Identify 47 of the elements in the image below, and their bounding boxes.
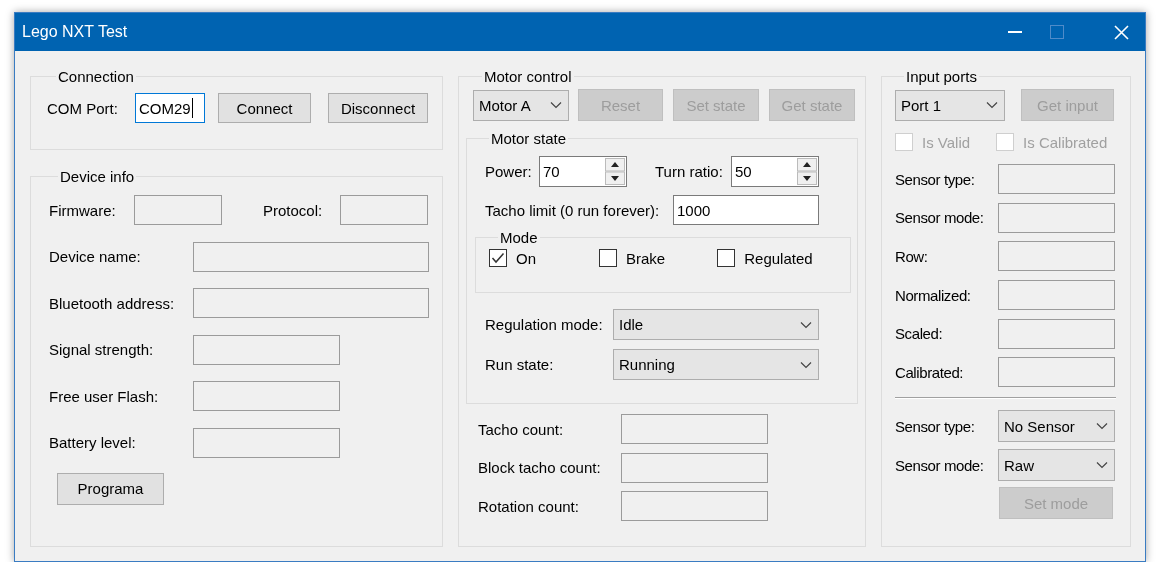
window-title: Lego NXT Test	[22, 23, 129, 41]
field-label: Sensor mode:	[895, 209, 985, 227]
field-label: Normalized:	[895, 286, 972, 304]
number-field[interactable]: 50	[731, 156, 819, 187]
field-label: Firmware:	[49, 201, 117, 219]
button[interactable]: Disconnect	[328, 93, 428, 123]
field-label: COM Port:	[47, 99, 119, 117]
field-label: Sensor type:	[895, 170, 976, 188]
checkbox[interactable]: Regulated	[717, 249, 813, 267]
dropdown[interactable]: No Sensor	[998, 410, 1115, 443]
input-field[interactable]: 1000	[673, 195, 819, 225]
field-label: Protocol:	[263, 201, 324, 219]
group-title: Connection	[58, 68, 134, 85]
group-title: Mode	[500, 229, 538, 246]
field-label: Scaled:	[895, 325, 944, 343]
checkbox[interactable]: On	[489, 249, 536, 267]
field-label: Rotation count:	[478, 497, 580, 515]
field-label: Run state:	[485, 356, 555, 373]
field-label: Calibrated:	[895, 363, 965, 381]
field-label: Sensor type:	[895, 417, 976, 435]
field-label: Tacho count:	[478, 420, 565, 438]
field-label: Battery level:	[49, 434, 137, 451]
checkbox[interactable]: Brake	[599, 249, 666, 267]
field-label: Row:	[895, 247, 929, 265]
dropdown[interactable]: Port 1	[895, 89, 1005, 121]
dropdown[interactable]: Idle	[613, 309, 819, 340]
field-label: Signal strength:	[49, 341, 155, 358]
field-label: Sensor mode:	[895, 456, 985, 474]
group-title: Device info	[60, 168, 135, 185]
field-label: Power:	[485, 163, 533, 180]
button[interactable]: Connect	[218, 93, 311, 123]
field-label: Block tacho count:	[478, 459, 602, 476]
button[interactable]: Programa	[57, 472, 164, 505]
field-label: Turn ratio:	[655, 163, 724, 180]
group-title: Motor state	[491, 130, 567, 147]
field-label: Regulation mode:	[485, 316, 604, 333]
number-field[interactable]: 70	[539, 156, 627, 187]
field-label: Tacho limit (0 run forever):	[485, 201, 661, 219]
dropdown[interactable]: Motor A	[473, 89, 569, 121]
dropdown[interactable]: Running	[613, 349, 819, 380]
field-label: Free user Flash:	[49, 387, 160, 405]
input-field[interactable]: COM29	[135, 93, 205, 123]
field-label: Device name:	[49, 248, 142, 265]
dropdown[interactable]: Raw	[998, 449, 1115, 482]
group-title: Motor control	[484, 68, 572, 85]
group-title: Input ports	[906, 68, 977, 85]
field-label: Bluetooth address:	[49, 294, 176, 312]
